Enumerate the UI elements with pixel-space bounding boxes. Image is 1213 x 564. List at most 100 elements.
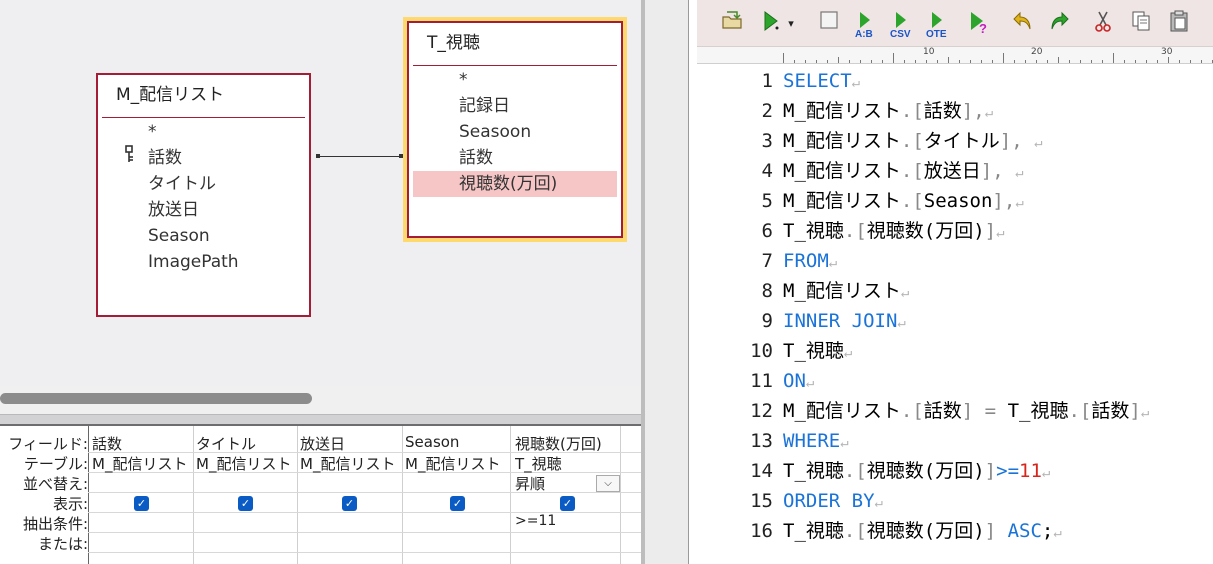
ruler-tick [1069, 60, 1070, 63]
field-item[interactable]: * [409, 67, 621, 93]
pane-border [688, 0, 689, 564]
code-line[interactable]: 5 M_配信リスト.[Season],↵ [697, 186, 1213, 216]
field-item[interactable]: Season [98, 223, 309, 249]
grid-sort-cell[interactable]: 昇順 [515, 473, 575, 494]
show-checkbox[interactable]: ✓ [134, 496, 149, 511]
grid-table-cell[interactable]: M_配信リスト [92, 453, 192, 474]
code-token: 視聴数(万回) [866, 220, 985, 242]
code-line[interactable]: 10 T_視聴↵ [697, 336, 1213, 366]
show-checkbox[interactable]: ✓ [450, 496, 465, 511]
code-line[interactable]: 11 ON↵ [697, 366, 1213, 396]
code-token: ], [999, 130, 1035, 152]
line-number: 4 [761, 160, 773, 182]
row-label-table: テーブル: [23, 455, 88, 473]
field-label: 話数 [459, 148, 493, 168]
pane-splitter[interactable] [0, 414, 641, 426]
undo-icon[interactable] [1011, 10, 1035, 38]
ruler-tick [827, 60, 828, 63]
ruler-tick [981, 60, 982, 63]
table-title[interactable]: M_配信リスト [98, 75, 309, 115]
open-folder-icon[interactable] [719, 10, 745, 38]
line-number: 6 [761, 220, 773, 242]
relationship-area[interactable]: M_配信リスト * 話数 タイトル 放送日 Season ImagePath T… [0, 0, 641, 386]
code-text: SELECT↵ [783, 66, 860, 98]
field-item-selected[interactable]: 視聴数(万回) [413, 171, 617, 197]
ote-icon[interactable]: OTE [925, 10, 953, 40]
grid-table-cell[interactable]: T_視聴 [515, 453, 619, 474]
grid-table-cell[interactable]: M_配信リスト [196, 453, 296, 474]
code-line[interactable]: 1 SELECT↵ [697, 66, 1213, 96]
line-number: 11 [750, 370, 773, 392]
grid-divider [88, 532, 641, 533]
code-line[interactable]: 13 WHERE↵ [697, 426, 1213, 456]
code-token: ] [984, 520, 1008, 542]
svg-text:A:B: A:B [855, 29, 873, 38]
sort-dropdown-button[interactable]: ⌵ [596, 475, 620, 492]
line-break-icon: ↵ [996, 225, 1005, 241]
show-checkbox[interactable]: ✓ [342, 496, 357, 511]
line-break-icon: ↵ [1034, 135, 1043, 151]
code-token: 話数 [923, 100, 962, 122]
field-label: * [148, 122, 157, 142]
stop-icon[interactable] [817, 10, 841, 38]
ruler-label: 20 [1031, 47, 1043, 57]
table-box-t-shichou[interactable]: T_視聴 * 記録日 Seasoon 話数 視聴数(万回) [407, 21, 623, 238]
grid-criteria-cell[interactable]: >=11 [515, 513, 615, 529]
line-break-icon: ↵ [874, 495, 883, 511]
svg-text:?: ? [979, 21, 987, 34]
field-item[interactable]: ImagePath [98, 249, 309, 275]
copy-icon[interactable] [1129, 10, 1153, 38]
field-item[interactable]: 話数 [98, 145, 309, 171]
field-item[interactable]: 放送日 [98, 197, 309, 223]
code-line[interactable]: 15 ORDER BY↵ [697, 486, 1213, 516]
svg-text:OTE: OTE [926, 29, 947, 38]
field-item[interactable]: Seasoon [409, 119, 621, 145]
field-item[interactable]: 話数 [409, 145, 621, 171]
join-line[interactable] [318, 156, 402, 157]
grid-field-cell[interactable]: 放送日 [300, 433, 400, 454]
grid-table-cell[interactable]: M_配信リスト [405, 453, 508, 474]
run-dropdown-button[interactable]: ▾ [785, 10, 797, 38]
ruler-tick [926, 60, 927, 63]
code-token: ; [1041, 520, 1054, 542]
ruler-tick [1113, 53, 1114, 63]
redo-icon[interactable] [1047, 10, 1071, 38]
paste-icon[interactable] [1167, 10, 1191, 38]
grid-divider [193, 426, 194, 564]
line-break-icon: ↵ [805, 375, 815, 391]
table-box-m-haishin-list[interactable]: M_配信リスト * 話数 タイトル 放送日 Season ImagePath [96, 73, 311, 317]
code-line[interactable]: 12 M_配信リスト.[話数] = T_視聴.[話数]↵ [697, 396, 1213, 426]
code-text: T_視聴.[視聴数(万回)]>=11↵ [783, 456, 1050, 488]
run-icon[interactable] [759, 10, 783, 38]
cut-icon[interactable] [1091, 10, 1115, 38]
field-item[interactable]: * [98, 119, 309, 145]
code-line[interactable]: 16 T_視聴.[視聴数(万回)] ASC;↵ [697, 516, 1213, 546]
show-checkbox[interactable]: ✓ [238, 496, 253, 511]
show-checkbox[interactable]: ✓ [560, 496, 575, 511]
csv-icon[interactable]: CSV [889, 10, 917, 40]
code-token: T_視聴 [783, 460, 844, 482]
table-title[interactable]: T_視聴 [409, 23, 621, 63]
field-item[interactable]: 記録日 [409, 93, 621, 119]
grid-field-cell[interactable]: Season [405, 433, 508, 451]
line-number: 16 [750, 520, 773, 542]
code-token: ] [1129, 400, 1141, 422]
code-line[interactable]: 4 M_配信リスト.[放送日], ↵ [697, 156, 1213, 186]
code-line[interactable]: 3 M_配信リスト.[タイトル], ↵ [697, 126, 1213, 156]
code-line[interactable]: 7 FROM↵ [697, 246, 1213, 276]
grid-field-cell[interactable]: 話数 [92, 433, 192, 454]
ruler-tick [1047, 60, 1048, 63]
code-line[interactable]: 8 M_配信リスト↵ [697, 276, 1213, 306]
ruler-tick [1135, 60, 1136, 63]
help-icon[interactable]: ? [967, 10, 991, 38]
code-line[interactable]: 2 M_配信リスト.[話数],↵ [697, 96, 1213, 126]
code-line[interactable]: 9 INNER JOIN↵ [697, 306, 1213, 336]
grid-field-cell[interactable]: 視聴数(万回) [515, 433, 619, 454]
field-item[interactable]: タイトル [98, 171, 309, 197]
code-line[interactable]: 6 T_視聴.[視聴数(万回)]↵ [697, 216, 1213, 246]
horizontal-scrollbar[interactable] [0, 393, 312, 404]
ab-icon[interactable]: A:B [853, 10, 881, 40]
grid-table-cell[interactable]: M_配信リスト [300, 453, 400, 474]
code-line[interactable]: 14 T_視聴.[視聴数(万回)]>=11↵ [697, 456, 1213, 486]
grid-field-cell[interactable]: タイトル [196, 433, 296, 454]
